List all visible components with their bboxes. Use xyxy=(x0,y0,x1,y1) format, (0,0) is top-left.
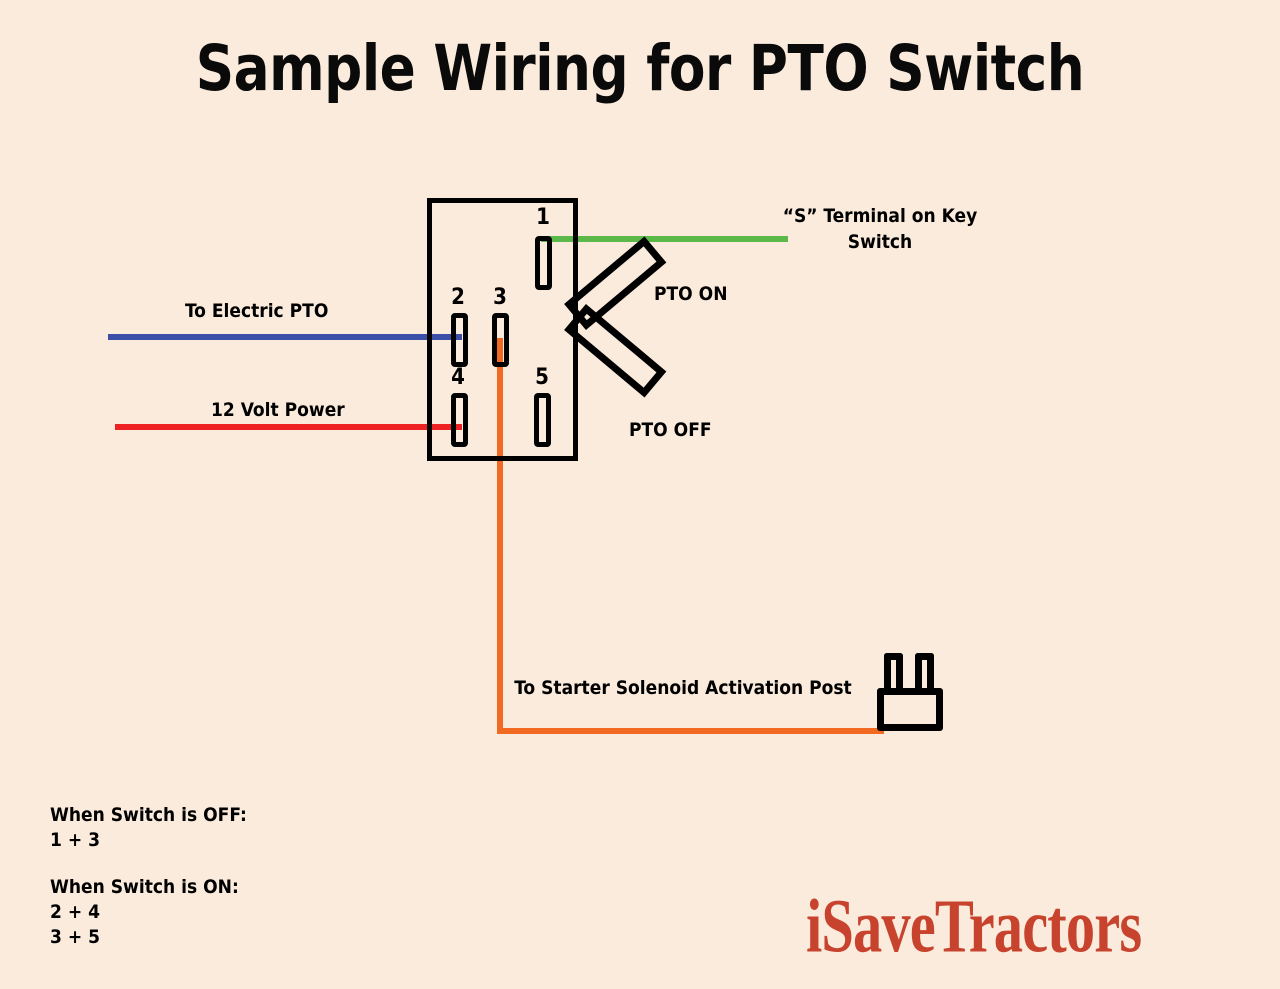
diagram-canvas: Sample Wiring for PTO Switch 1 2 3 4 5 P… xyxy=(0,0,1280,989)
terminal-3-number: 3 xyxy=(493,285,507,310)
key-switch-label: “S” Terminal on Key Switch xyxy=(782,205,978,253)
terminal-5[interactable] xyxy=(534,393,551,447)
electric-pto-label: To Electric PTO xyxy=(185,300,329,322)
terminal-3[interactable] xyxy=(492,313,509,367)
isavetractors-logo: iSaveTractors xyxy=(806,883,1142,969)
solenoid-post-right-icon xyxy=(915,653,934,690)
terminal-4[interactable] xyxy=(451,393,468,447)
legend-on-row-1: 2 + 4 xyxy=(50,901,101,924)
starter-solenoid-icon xyxy=(877,688,943,731)
pto-off-label: PTO OFF xyxy=(629,419,712,441)
starter-solenoid-label: To Starter Solenoid Activation Post xyxy=(514,677,852,699)
terminal-2-number: 2 xyxy=(451,285,465,310)
legend-off-block: When Switch is OFF: 1 + 3 xyxy=(50,803,247,853)
twelve-volt-power-label: 12 Volt Power xyxy=(211,399,345,421)
solenoid-post-left-icon xyxy=(884,653,903,690)
pto-on-label: PTO ON xyxy=(654,283,728,305)
terminal-1-number: 1 xyxy=(536,205,550,230)
terminal-1[interactable] xyxy=(535,236,552,290)
legend-on-block: When Switch is ON: 2 + 4 3 + 5 xyxy=(50,875,247,950)
legend-on-row-2: 3 + 5 xyxy=(50,926,101,949)
switch-state-legend: When Switch is OFF: 1 + 3 When Switch is… xyxy=(50,803,247,950)
legend-off-heading: When Switch is OFF: xyxy=(50,804,247,826)
terminal-4-number: 4 xyxy=(451,365,465,390)
terminal-2[interactable] xyxy=(451,313,468,367)
terminal-5-number: 5 xyxy=(535,365,549,390)
legend-on-heading: When Switch is ON: xyxy=(50,876,239,899)
legend-off-row-1: 1 + 3 xyxy=(50,829,101,852)
